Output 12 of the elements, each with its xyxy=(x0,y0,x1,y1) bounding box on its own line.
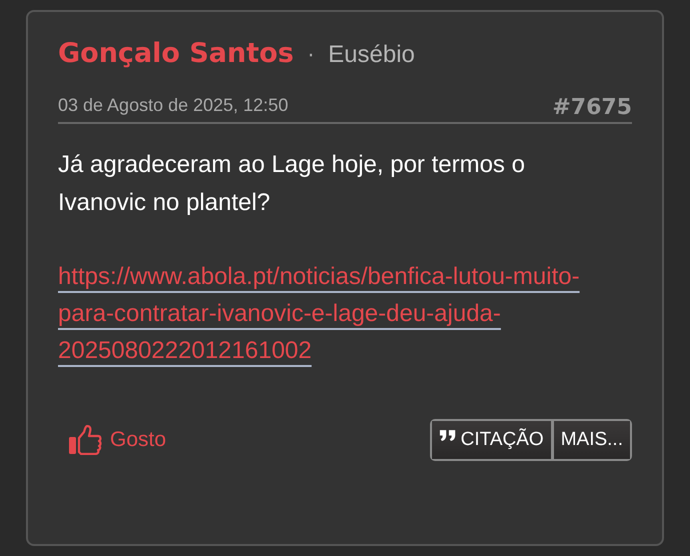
thumbs-up-icon[interactable] xyxy=(68,425,102,455)
post-date: 03 de Agosto de 2025, 12:50 xyxy=(58,95,288,116)
user-rank: Eusébio xyxy=(328,41,415,69)
post-text: Já agradeceram ao Lage hoje, por termos o Ivanovic no plantel? xyxy=(58,150,526,218)
quote-icon xyxy=(438,428,457,442)
author-name[interactable]: Gonçalo Santos xyxy=(58,38,294,69)
separator-dot: · xyxy=(308,43,314,67)
quote-button[interactable]: CITAÇÃO xyxy=(432,421,551,459)
post-number[interactable]: #7675 xyxy=(552,95,632,120)
more-button[interactable]: MAIS... xyxy=(550,421,630,459)
like-label[interactable]: Gosto xyxy=(110,428,166,452)
post-link[interactable]: https://www.abola.pt/noticias/benfica-lutou-muito-para-contratar-ivanovic-e-lage-deu-ajuda-2025080222012161002 xyxy=(58,258,633,369)
